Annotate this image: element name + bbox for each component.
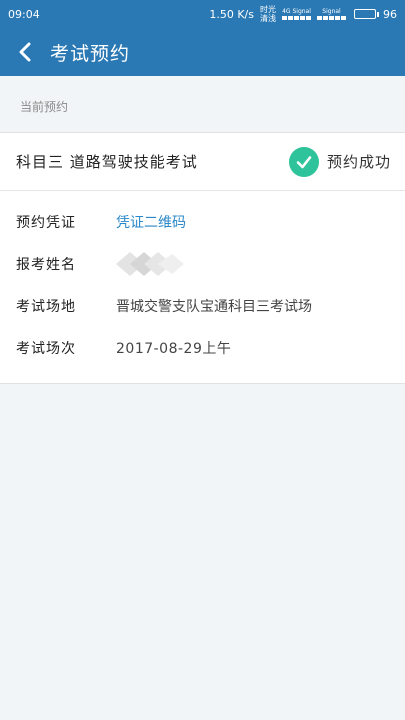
- network-speed: 1.50 K/s: [209, 7, 254, 21]
- page-title: 考试预约: [50, 42, 131, 65]
- booking-status: 预约成功: [288, 146, 391, 177]
- signal-4g-label: 4G Signal: [282, 8, 311, 15]
- carrier-line-2: 清浅: [260, 14, 276, 23]
- masked-name-image: [116, 250, 186, 278]
- detail-row-name: 报考姓名: [16, 243, 405, 285]
- check-circle-icon: [288, 146, 319, 177]
- exam-subject: 科目三 道路驾驶技能考试: [16, 153, 198, 171]
- battery-icon: 96: [354, 8, 397, 21]
- detail-key: 报考姓名: [16, 257, 76, 273]
- booking-card-header: 科目三 道路驾驶技能考试 预约成功: [0, 133, 405, 191]
- booking-status-label: 预约成功: [326, 153, 391, 171]
- app-bar: 考试预约: [0, 28, 405, 76]
- detail-key: 预约凭证: [16, 215, 76, 231]
- carrier-name: 时光 清浅: [260, 5, 276, 23]
- detail-value-venue: 晋城交警支队宝通科目三考试场: [116, 299, 312, 315]
- booking-card: 科目三 道路驾驶技能考试 预约成功 预约凭证 凭证二维码 报考姓名 考试场地 晋…: [0, 132, 405, 384]
- signal-icon: Signal: [317, 8, 346, 20]
- booking-details: 预约凭证 凭证二维码 报考姓名 考试场地 晋城交警支队宝通科目三考试场 考试场次…: [0, 191, 405, 383]
- detail-row-voucher: 预约凭证 凭证二维码: [16, 201, 405, 243]
- detail-value-session: 2017-08-29上午: [116, 341, 232, 357]
- signal-label: Signal: [322, 8, 341, 15]
- battery-percent: 96: [383, 7, 397, 21]
- detail-key: 考试场次: [16, 341, 76, 357]
- carrier-line-1: 时光: [260, 5, 276, 14]
- back-button[interactable]: [12, 39, 38, 65]
- status-time: 09:04: [8, 7, 40, 21]
- detail-row-session: 考试场次 2017-08-29上午: [16, 327, 405, 369]
- detail-row-venue: 考试场地 晋城交警支队宝通科目三考试场: [16, 285, 405, 327]
- status-bar: 09:04 1.50 K/s 时光 清浅 4G Signal Signal 96: [0, 0, 405, 28]
- signal-4g-icon: 4G Signal: [282, 8, 311, 20]
- back-arrow-icon: [19, 42, 31, 62]
- section-label: 当前预约: [20, 100, 69, 114]
- detail-key: 考试场地: [16, 299, 76, 315]
- voucher-qr-link[interactable]: 凭证二维码: [116, 212, 186, 232]
